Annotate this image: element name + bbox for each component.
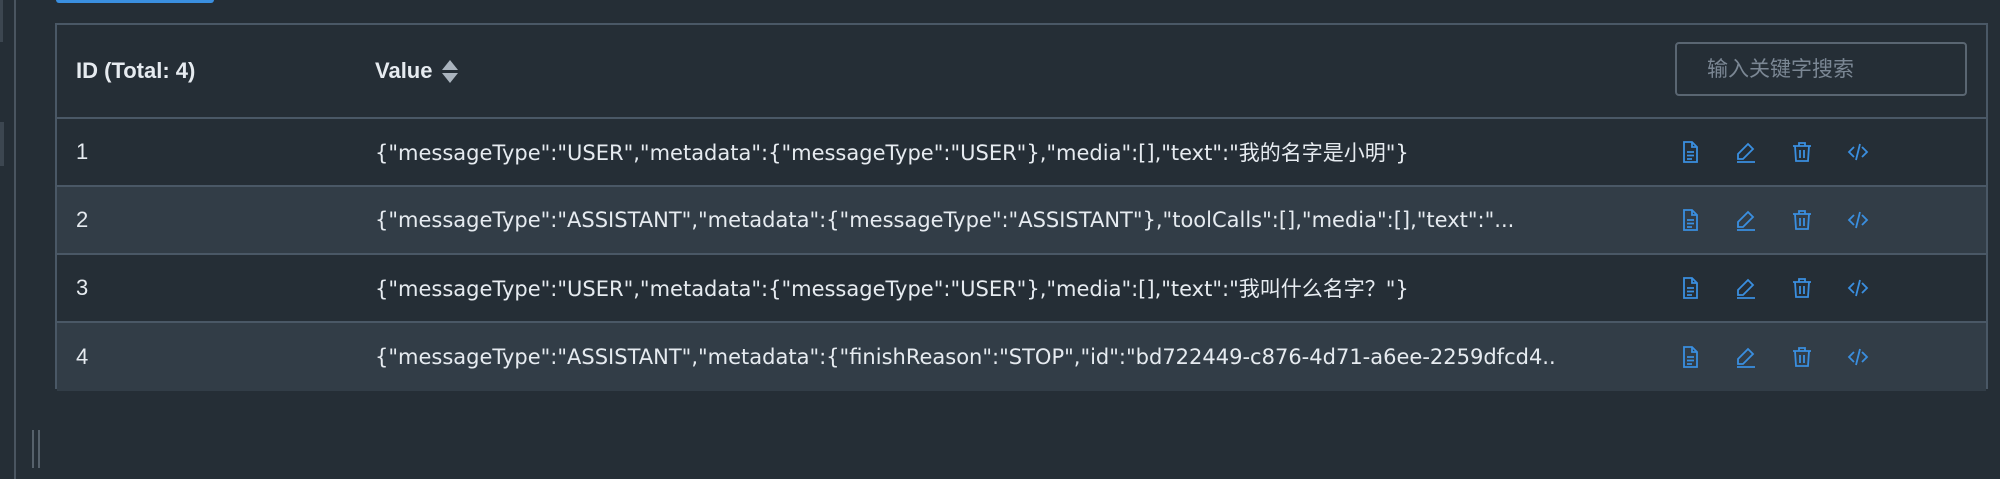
table-header: ID (Total: 4) Value: [57, 25, 1986, 119]
row-id: 4: [76, 344, 89, 369]
row-actions: [1677, 139, 1871, 165]
left-rail-marker: [0, 122, 4, 166]
edit-icon[interactable]: [1733, 207, 1759, 233]
delete-icon[interactable]: [1789, 275, 1815, 301]
edit-icon[interactable]: [1733, 344, 1759, 370]
delete-icon[interactable]: [1789, 207, 1815, 233]
app-root: ID (Total: 4) Value 1 {"messageType":"US…: [0, 0, 2000, 479]
row-id: 2: [76, 207, 89, 232]
id-column-header: ID (Total: 4): [76, 58, 196, 83]
row-value: {"messageType":"ASSISTANT","metadata":{"…: [375, 345, 1555, 369]
row-id: 1: [76, 139, 89, 164]
table-row: 4 {"messageType":"ASSISTANT","metadata":…: [57, 323, 1986, 391]
search-input[interactable]: [1675, 42, 1967, 96]
document-icon[interactable]: [1677, 207, 1703, 233]
row-actions: [1677, 207, 1871, 233]
delete-icon[interactable]: [1789, 139, 1815, 165]
data-table: ID (Total: 4) Value 1 {"messageType":"US…: [55, 23, 1988, 391]
code-icon[interactable]: [1845, 139, 1871, 165]
row-id: 3: [76, 275, 89, 300]
code-icon[interactable]: [1845, 275, 1871, 301]
edit-icon[interactable]: [1733, 275, 1759, 301]
table-row: 2 {"messageType":"ASSISTANT","metadata":…: [57, 187, 1986, 255]
resize-handle[interactable]: [32, 430, 40, 468]
table-row: 3 {"messageType":"USER","metadata":{"mes…: [57, 255, 1986, 323]
row-actions: [1677, 275, 1871, 301]
sort-icon[interactable]: [442, 59, 459, 83]
document-icon[interactable]: [1677, 344, 1703, 370]
code-icon[interactable]: [1845, 207, 1871, 233]
left-panel-divider[interactable]: [14, 0, 16, 479]
row-value: {"messageType":"USER","metadata":{"messa…: [375, 277, 1409, 301]
value-column-label: Value: [375, 58, 433, 83]
table-row: 1 {"messageType":"USER","metadata":{"mes…: [57, 119, 1986, 187]
code-icon[interactable]: [1845, 344, 1871, 370]
row-value: {"messageType":"ASSISTANT","metadata":{"…: [375, 208, 1515, 232]
row-actions: [1677, 344, 1871, 370]
top-button-edge[interactable]: [56, 0, 214, 3]
delete-icon[interactable]: [1789, 344, 1815, 370]
edit-icon[interactable]: [1733, 139, 1759, 165]
document-icon[interactable]: [1677, 139, 1703, 165]
document-icon[interactable]: [1677, 275, 1703, 301]
value-column-header[interactable]: Value: [375, 58, 459, 84]
left-rail-indicator: [0, 0, 3, 42]
row-value: {"messageType":"USER","metadata":{"messa…: [375, 141, 1409, 165]
